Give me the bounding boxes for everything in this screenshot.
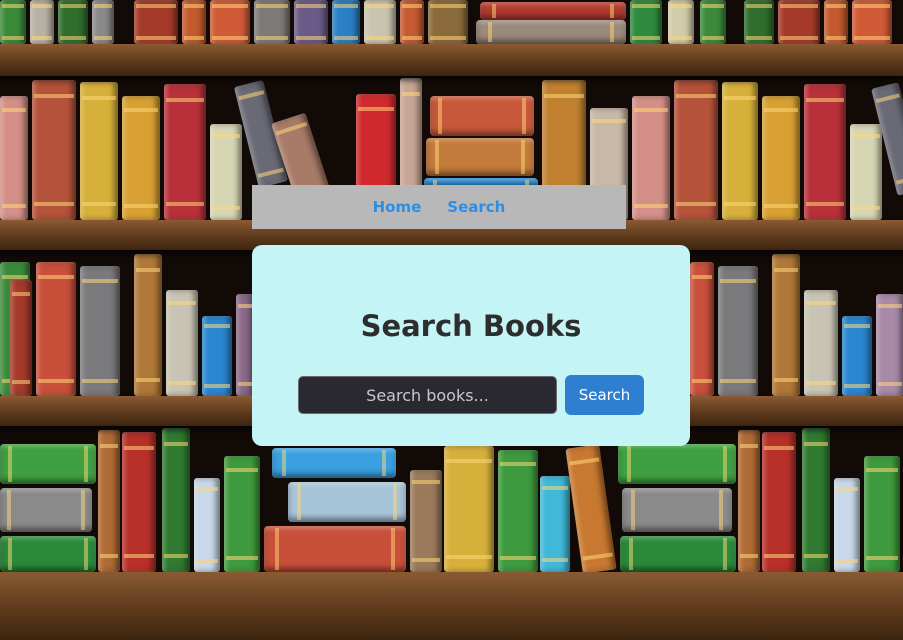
nav-link-search[interactable]: Search xyxy=(447,198,505,216)
page-title: Search Books xyxy=(360,309,582,343)
nav-link-home[interactable]: Home xyxy=(373,198,422,216)
search-input[interactable] xyxy=(298,376,557,414)
search-button[interactable]: Search xyxy=(565,375,644,415)
top-navbar: Home Search xyxy=(252,185,626,229)
search-card: Search Books Search xyxy=(252,245,690,446)
